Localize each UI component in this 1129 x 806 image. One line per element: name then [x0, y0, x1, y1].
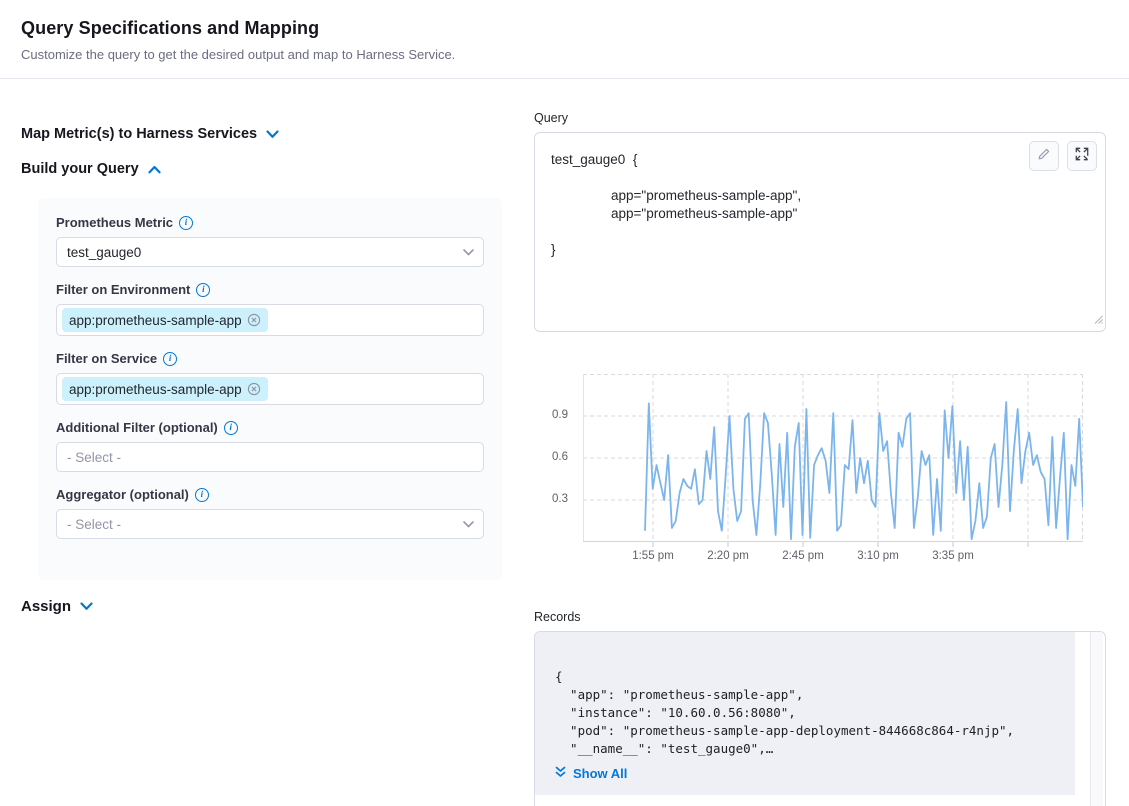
x-axis-tick-label: 3:35 pm	[921, 550, 985, 562]
additional-filter-label: Additional Filter (optional)	[56, 420, 218, 435]
field-filter-service: Filter on Service i app:prometheus-sampl…	[56, 351, 484, 405]
page-title: Query Specifications and Mapping	[21, 18, 319, 39]
prometheus-metric-value: test_gauge0	[67, 245, 141, 260]
fullscreen-icon	[1075, 147, 1089, 166]
x-axis-tick-label: 3:10 pm	[846, 550, 910, 562]
filter-service-label: Filter on Service	[56, 351, 157, 366]
assign-section-toggle[interactable]: Assign	[21, 598, 93, 615]
y-axis-tick-label: 0.3	[534, 493, 572, 505]
edit-query-button[interactable]	[1029, 141, 1059, 171]
info-icon[interactable]: i	[179, 216, 193, 230]
filter-service-chip[interactable]: app:prometheus-sample-app	[62, 377, 268, 401]
info-icon[interactable]: i	[196, 283, 210, 297]
field-filter-environment: Filter on Environment i app:prometheus-s…	[56, 282, 484, 336]
info-icon[interactable]: i	[163, 352, 177, 366]
map-metrics-heading: Map Metric(s) to Harness Services	[21, 126, 257, 142]
remove-chip-icon[interactable]	[247, 382, 261, 396]
query-text: test_gauge0 { app="prometheus-sample-app…	[551, 151, 801, 259]
aggregator-label: Aggregator (optional)	[56, 487, 189, 502]
filter-environment-chip-label: app:prometheus-sample-app	[69, 313, 242, 328]
field-aggregator: Aggregator (optional) i - Select -	[56, 487, 484, 539]
records-json-card: { "app": "prometheus-sample-app", "insta…	[535, 632, 1075, 795]
info-icon[interactable]: i	[195, 488, 209, 502]
resize-handle[interactable]	[1093, 311, 1103, 329]
expand-query-button[interactable]	[1067, 141, 1097, 171]
additional-filter-placeholder: - Select -	[67, 450, 121, 465]
show-all-text: Show All	[573, 766, 627, 781]
prometheus-metric-label: Prometheus Metric	[56, 215, 173, 230]
chevron-down-icon	[463, 243, 474, 261]
records-scrollbar[interactable]	[1090, 632, 1103, 806]
chevron-up-icon	[148, 165, 161, 174]
records-panel: { "app": "prometheus-sample-app", "insta…	[534, 631, 1106, 806]
x-axis-tick-label: 2:45 pm	[771, 550, 835, 562]
info-icon[interactable]: i	[224, 421, 238, 435]
chart-plot-area	[583, 374, 1083, 552]
query-specifications-page: Query Specifications and Mapping Customi…	[0, 0, 1129, 806]
records-label: Records	[534, 610, 581, 624]
query-editor[interactable]: test_gauge0 { app="prometheus-sample-app…	[534, 132, 1106, 332]
filter-environment-input[interactable]: app:prometheus-sample-app	[56, 304, 484, 336]
filter-service-input[interactable]: app:prometheus-sample-app	[56, 373, 484, 405]
map-metrics-section-toggle[interactable]: Map Metric(s) to Harness Services	[21, 126, 279, 142]
remove-chip-icon[interactable]	[247, 313, 261, 327]
field-additional-filter: Additional Filter (optional) i - Select …	[56, 420, 484, 472]
pencil-icon	[1037, 147, 1051, 166]
query-builder-form: Prometheus Metric i test_gauge0 Filter o…	[38, 198, 502, 580]
filter-environment-chip[interactable]: app:prometheus-sample-app	[62, 308, 268, 332]
filter-service-label-row: Filter on Service i	[56, 351, 484, 366]
chevron-down-icon	[266, 130, 279, 139]
aggregator-select[interactable]: - Select -	[56, 509, 484, 539]
build-query-section-toggle[interactable]: Build your Query	[21, 161, 161, 177]
chevron-down-icon	[80, 602, 93, 611]
build-query-heading: Build your Query	[21, 161, 139, 177]
query-toolbar	[1029, 141, 1097, 171]
query-label: Query	[534, 111, 568, 125]
x-axis-tick-label: 1:55 pm	[621, 550, 685, 562]
prometheus-metric-select[interactable]: test_gauge0	[56, 237, 484, 267]
page-subtitle: Customize the query to get the desired o…	[21, 47, 455, 62]
aggregator-label-row: Aggregator (optional) i	[56, 487, 484, 502]
show-all-link[interactable]: Show All	[555, 766, 1067, 781]
filter-environment-label: Filter on Environment	[56, 282, 190, 297]
filter-service-chip-label: app:prometheus-sample-app	[69, 382, 242, 397]
prometheus-metric-label-row: Prometheus Metric i	[56, 215, 484, 230]
metric-preview-chart: 0.9 0.6 0.3 1:55 pm 2:20 pm 2:45 pm 3:10 pm 3:…	[534, 370, 1106, 575]
assign-heading: Assign	[21, 598, 71, 615]
field-prometheus-metric: Prometheus Metric i test_gauge0	[56, 215, 484, 267]
double-chevron-down-icon	[555, 766, 566, 781]
filter-environment-label-row: Filter on Environment i	[56, 282, 484, 297]
chevron-down-icon	[463, 515, 474, 533]
aggregator-placeholder: - Select -	[67, 517, 121, 532]
timeseries-line-chart	[583, 374, 1083, 552]
y-axis-tick-label: 0.6	[534, 451, 572, 463]
y-axis-tick-label: 0.9	[534, 409, 572, 421]
records-json-text: { "app": "prometheus-sample-app", "insta…	[555, 668, 1067, 758]
header-divider	[0, 78, 1129, 79]
additional-filter-select[interactable]: - Select -	[56, 442, 484, 472]
additional-filter-label-row: Additional Filter (optional) i	[56, 420, 484, 435]
x-axis-tick-label: 2:20 pm	[696, 550, 760, 562]
